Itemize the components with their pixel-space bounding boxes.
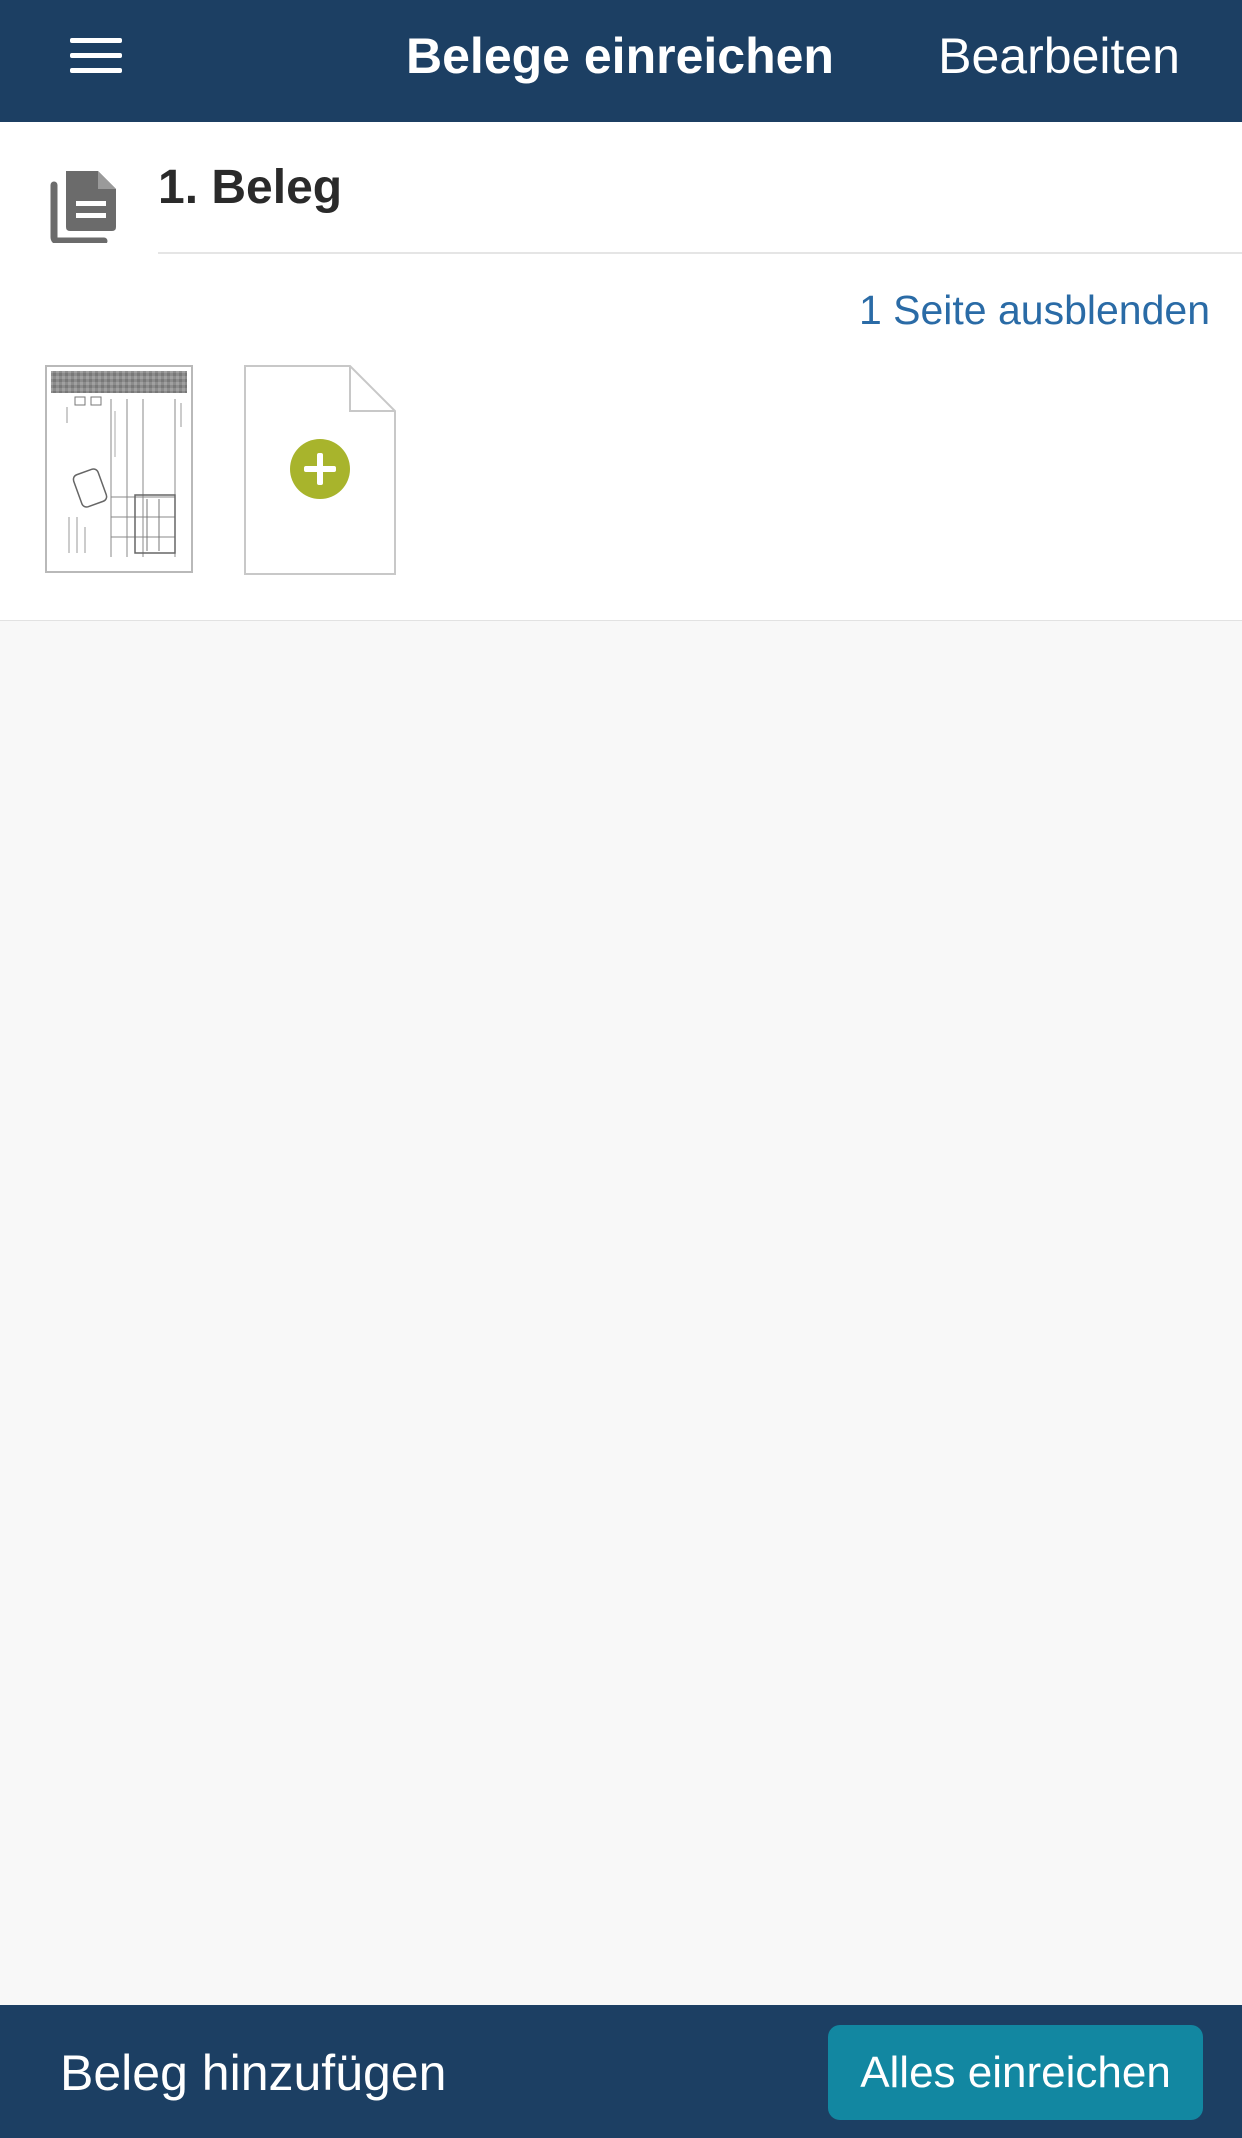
page-thumbnail[interactable] [45,365,193,573]
add-page-button[interactable] [244,365,396,575]
top-navigation-bar: Belege einreichen Bearbeiten [0,0,1242,122]
page-title: Belege einreichen [406,28,834,84]
hamburger-menu-icon[interactable] [56,28,136,84]
submit-all-button[interactable]: Alles einreichen [828,2025,1203,2120]
beleg-title: 1. Beleg [158,161,343,214]
edit-button[interactable]: Bearbeiten [938,26,1180,86]
beleg-card: 1. Beleg 1 Seite ausblenden [0,122,1242,621]
hide-pages-link[interactable]: 1 Seite ausblenden [859,282,1210,338]
document-copy-icon [50,171,116,243]
divider [158,252,1242,254]
add-beleg-button[interactable]: Beleg hinzufügen [60,2043,446,2103]
bottom-toolbar: Beleg hinzufügen Alles einreichen [0,2005,1242,2138]
scanned-document-image [51,371,187,557]
plus-circle-icon [290,439,350,499]
